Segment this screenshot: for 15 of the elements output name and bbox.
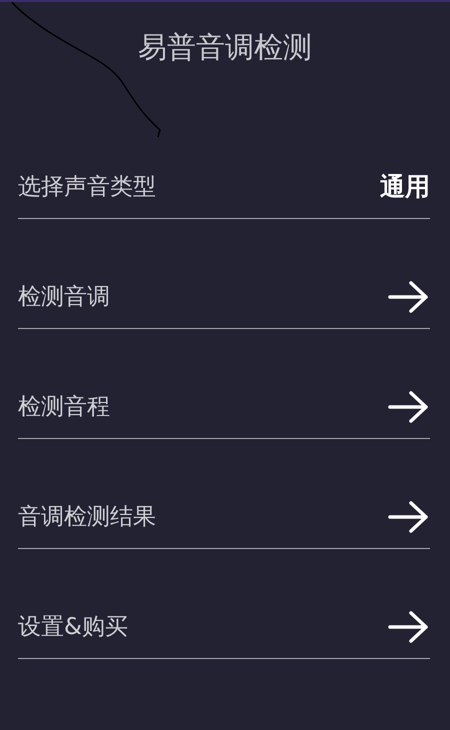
arrow-button[interactable] <box>388 610 430 644</box>
arrow-right-icon <box>388 390 430 424</box>
menu-label[interactable]: 设置&购买 <box>18 610 128 644</box>
menu-label[interactable]: 选择声音类型 <box>18 170 156 204</box>
arrow-button[interactable] <box>388 500 430 534</box>
menu-label[interactable]: 检测音程 <box>18 390 110 424</box>
arrow-button[interactable] <box>388 280 430 314</box>
app-title: 易普音调检测 <box>138 29 312 66</box>
arrow-right-icon <box>388 610 430 644</box>
arrow-right-icon <box>388 500 430 534</box>
arrow-right-icon <box>388 280 430 314</box>
menu-label[interactable]: 检测音调 <box>18 280 110 314</box>
arrow-button[interactable] <box>388 390 430 424</box>
sound-type-value[interactable]: 通用 <box>380 170 430 204</box>
menu-label[interactable]: 音调检测结果 <box>18 500 156 534</box>
